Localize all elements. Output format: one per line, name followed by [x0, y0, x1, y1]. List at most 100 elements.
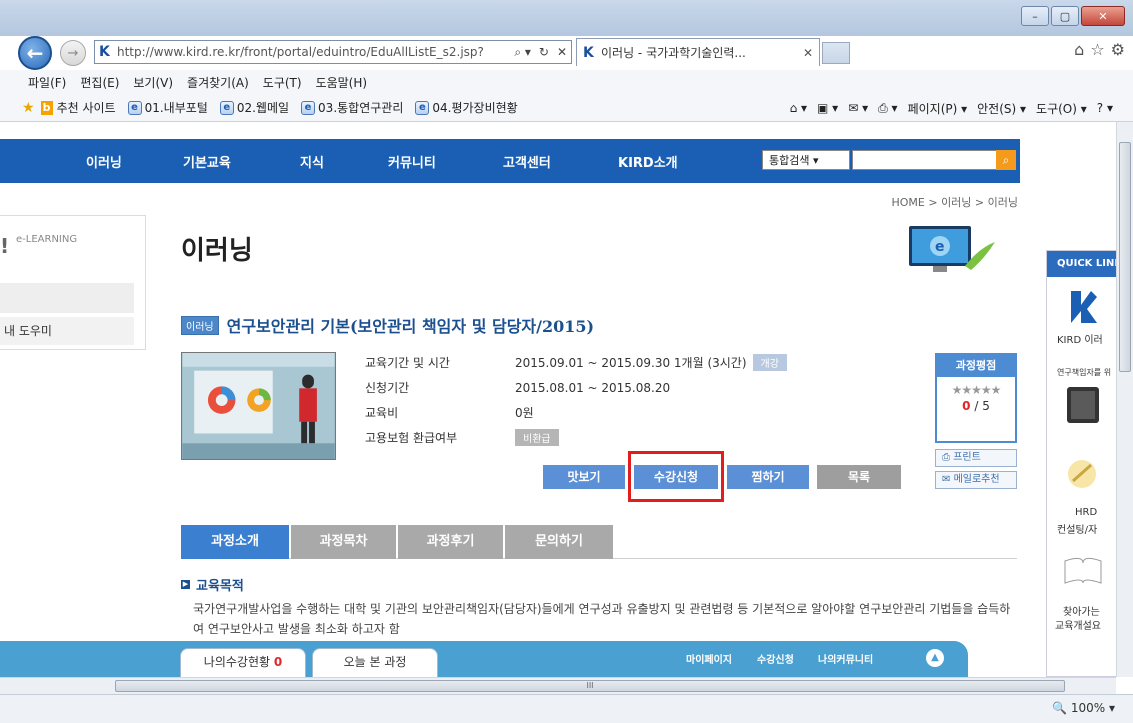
fav-equipment-status[interactable]: e 04.평가장비현황 — [415, 99, 518, 116]
back-button[interactable]: ← — [18, 36, 52, 70]
nav-elearning[interactable]: 이러닝 — [86, 152, 122, 171]
page-menu[interactable]: 페이지(P) ▾ — [908, 100, 968, 117]
nav-basic-edu[interactable]: 기본교육 — [183, 152, 231, 171]
quick-consulting[interactable]: 컨설팅/자 — [1057, 521, 1097, 536]
refresh-icon[interactable]: ↻ — [535, 45, 553, 59]
nav-about-kird[interactable]: KIRD소개 — [618, 152, 678, 171]
close-window-button[interactable]: ✕ — [1081, 6, 1125, 26]
fav-suggested-sites[interactable]: b 추천 사이트 — [40, 99, 116, 116]
fav-internal-portal[interactable]: e 01.내부포털 — [127, 99, 208, 116]
quick-link-panel: QUICK LINK KIRD 이러 연구책임자를 위 HRD 컨설팅/자 찾아… — [1046, 250, 1116, 677]
quick-visiting[interactable]: 찾아가는 — [1063, 603, 1100, 618]
tab-course-contents[interactable]: 과정목차 — [291, 525, 396, 559]
window-titlebar: – ▢ ✕ — [0, 0, 1133, 36]
vertical-scrollbar[interactable] — [1116, 122, 1133, 677]
tab-inquiry[interactable]: 문의하기 — [505, 525, 613, 559]
mail-recommend-button[interactable]: ✉ 메일로추천 — [935, 471, 1017, 489]
fav-research-mgmt[interactable]: e 03.통합연구관리 — [301, 99, 403, 116]
rss-feed-icon[interactable]: ▣ ▾ — [817, 101, 838, 115]
minimize-button[interactable]: – — [1021, 6, 1049, 26]
course-info: 교육기간 및 시간 2015.09.01 ~ 2015.09.30 1개월 (3… — [355, 350, 835, 450]
favorites-star-icon[interactable]: ★ — [22, 100, 35, 116]
quick-hrd[interactable]: HRD — [1075, 507, 1097, 518]
vertical-scroll-thumb[interactable] — [1119, 142, 1131, 372]
menu-view[interactable]: 보기(V) — [133, 74, 173, 91]
rating-score: 0 / 5 — [962, 399, 990, 413]
link-my-community[interactable]: 나의커뮤니티 — [818, 651, 873, 666]
my-course-status-tab[interactable]: 나의수강현황 0 — [180, 648, 306, 677]
link-apply[interactable]: 수강신청 — [757, 651, 794, 666]
collapse-up-icon[interactable]: ▲ — [926, 649, 944, 667]
quick-pi-label[interactable]: 연구책임자를 위 — [1057, 367, 1111, 378]
wishlist-button[interactable]: 찜하기 — [727, 465, 809, 489]
today-viewed-tab[interactable]: 오늘 본 과정 — [312, 648, 438, 677]
link-mypage[interactable]: 마이페이지 — [686, 651, 732, 666]
menu-favorites[interactable]: 즐겨찾기(A) — [187, 74, 249, 91]
tab-favicon-icon: K — [583, 44, 594, 61]
tab-close-icon[interactable]: ✕ — [797, 46, 819, 60]
mail-icon[interactable]: ✉ ▾ — [848, 101, 868, 115]
course-tabs: 과정소개 과정목차 과정후기 문의하기 — [181, 525, 1017, 559]
stop-icon[interactable]: ✕ — [553, 45, 571, 59]
course-thumbnail — [181, 352, 336, 460]
rating-title: 과정평점 — [937, 355, 1015, 377]
menu-edit[interactable]: 편집(E) — [80, 74, 119, 91]
lnb-selected-item[interactable] — [0, 283, 134, 313]
forward-button[interactable]: → — [60, 40, 86, 66]
search-type-select[interactable]: 통합검색 ▾ — [762, 150, 850, 170]
rating-stars-icon: ★★★★★ — [951, 383, 1002, 397]
list-button[interactable]: 목록 — [817, 465, 901, 489]
bottom-toolbar: 나의수강현황 0 오늘 본 과정 마이페이지 수강신청 나의커뮤니티 ▲ — [0, 641, 968, 677]
preview-button[interactable]: 맛보기 — [543, 465, 625, 489]
favorites-star-icon[interactable]: ☆ — [1090, 40, 1104, 59]
help-icon[interactable]: ? ▾ — [1097, 101, 1113, 115]
course-rating: 과정평점 ★★★★★ 0 / 5 — [935, 353, 1017, 443]
menu-bar: 파일(F) 편집(E) 보기(V) 즐겨찾기(A) 도구(T) 도움말(H) — [0, 70, 1133, 94]
safety-menu[interactable]: 안전(S) ▾ — [977, 100, 1026, 117]
ie-page-icon: e — [301, 100, 316, 115]
address-url[interactable]: http://www.kird.re.kr/front/portal/eduin… — [117, 45, 510, 59]
print-button[interactable]: ⎙ 프린트 — [935, 449, 1017, 467]
lnb-item-helper[interactable]: 내 도우미 — [0, 317, 134, 345]
maximize-button[interactable]: ▢ — [1051, 6, 1079, 26]
info-row-fee: 교육비 0원 — [365, 406, 534, 420]
refund-badge: 비환급 — [515, 429, 559, 446]
bing-icon: b — [40, 100, 53, 115]
home-icon[interactable]: ⌂ ▾ — [790, 101, 807, 115]
search-input[interactable] — [852, 150, 998, 170]
home-icon[interactable]: ⌂ — [1074, 40, 1084, 59]
course-name: 연구보안관리 기본(보안관리 책임자 및 담당자/2015) — [226, 317, 595, 336]
new-tab-button[interactable] — [822, 42, 850, 64]
tab-course-intro[interactable]: 과정소개 — [181, 525, 289, 559]
kird-logo-icon — [1071, 291, 1097, 323]
nav-community[interactable]: 커뮤니티 — [388, 152, 436, 171]
site-favicon-icon: K — [99, 44, 110, 60]
print-icon[interactable]: ⎙ ▾ — [878, 101, 897, 116]
horizontal-scroll-thumb[interactable]: III — [115, 680, 1065, 692]
page-viewport: 이러닝 기본교육 지식 커뮤니티 고객센터 KIRD소개 통합검색 ▾ ⌕ HO… — [0, 122, 1116, 677]
open-book-icon — [1064, 557, 1102, 584]
quick-kird-elearning[interactable]: KIRD 이러 — [1057, 331, 1103, 346]
search-icon[interactable]: ⌕ — [996, 150, 1016, 170]
nav-customer-center[interactable]: 고객센터 — [503, 152, 551, 171]
command-bar: ⌂ ▾ ▣ ▾ ✉ ▾ ⎙ ▾ 페이지(P) ▾ 안전(S) ▾ 도구(O) ▾… — [790, 94, 1113, 122]
back-arrow-icon: ← — [26, 41, 44, 65]
section-body: 국가연구개발사업을 수행하는 대학 및 기관의 보안관리책임자(담당자)들에게 … — [193, 602, 1011, 636]
tab-course-reviews[interactable]: 과정후기 — [398, 525, 503, 559]
info-row-insurance: 고용보험 환급여부 비환급 — [355, 425, 835, 450]
menu-file[interactable]: 파일(F) — [28, 74, 66, 91]
lnb-label: e-LEARNING — [16, 234, 78, 245]
search-dropdown-icon[interactable]: ⌕ ▾ — [510, 45, 535, 60]
nav-knowledge[interactable]: 지식 — [300, 152, 324, 171]
quick-course-open[interactable]: 교육개설요 — [1055, 617, 1101, 632]
quick-link-title: QUICK LINK — [1047, 251, 1116, 277]
browser-tab[interactable]: K 이러닝 - 국가과학기술인력... ✕ — [576, 38, 820, 66]
address-bar[interactable]: K http://www.kird.re.kr/front/portal/edu… — [94, 40, 572, 64]
zoom-control[interactable]: 🔍 100% ▾ — [1052, 701, 1115, 715]
menu-tools[interactable]: 도구(T) — [263, 74, 302, 91]
fav-webmail[interactable]: e 02.웹메일 — [219, 99, 289, 116]
horizontal-scrollbar[interactable]: III — [0, 677, 1116, 694]
settings-gear-icon[interactable]: ⚙ — [1111, 40, 1125, 59]
menu-help[interactable]: 도움말(H) — [316, 74, 368, 91]
tools-menu[interactable]: 도구(O) ▾ — [1036, 100, 1087, 117]
